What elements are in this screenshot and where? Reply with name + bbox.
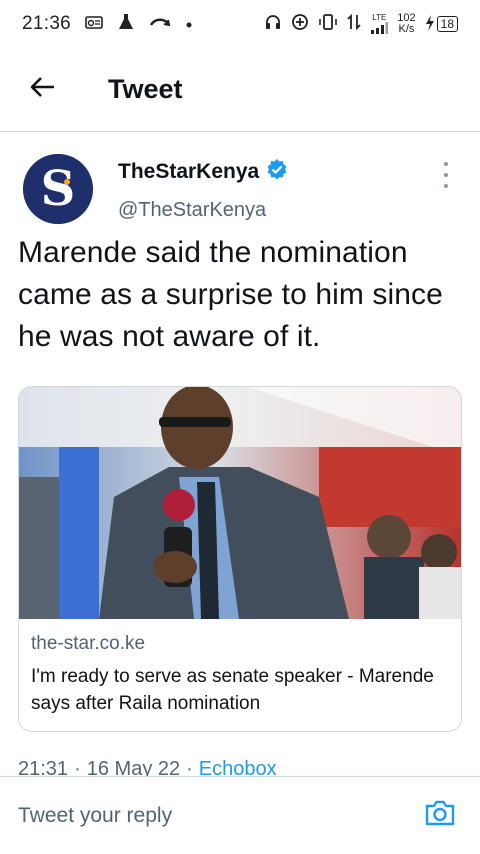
missed-call-icon bbox=[149, 14, 171, 34]
headphones-icon bbox=[264, 13, 282, 36]
card-domain: the-star.co.ke bbox=[31, 633, 146, 654]
net-speed-unit: K/s bbox=[398, 23, 415, 35]
signal-icon bbox=[371, 22, 389, 34]
tweet-author: S TheStarKenya @TheStarKenya bbox=[18, 132, 462, 232]
avatar[interactable]: S bbox=[23, 154, 93, 224]
battery-level: 18 bbox=[436, 16, 458, 32]
app-header: Tweet bbox=[0, 48, 480, 132]
page-title: Tweet bbox=[108, 74, 183, 104]
camera-icon bbox=[424, 799, 456, 832]
card-title: I'm ready to serve as senate speaker - M… bbox=[31, 666, 434, 714]
more-options-button[interactable] bbox=[436, 162, 456, 188]
tweet: S TheStarKenya @TheStarKenya Marende sai… bbox=[0, 132, 480, 781]
vibrate-icon bbox=[318, 13, 338, 36]
net-speed: 102 K/s bbox=[397, 13, 415, 35]
signal-indicator: LTE bbox=[370, 13, 389, 34]
flask-icon bbox=[117, 13, 135, 36]
notification-dot-icon bbox=[185, 14, 193, 34]
data-transfer-icon bbox=[347, 13, 361, 36]
status-time: 21:36 bbox=[22, 13, 72, 34]
card-image bbox=[19, 387, 461, 619]
tweet-text: Marende said the nomination came as a su… bbox=[18, 236, 443, 353]
link-card[interactable]: the-star.co.ke I'm ready to serve as sen… bbox=[18, 386, 462, 732]
charging-icon bbox=[425, 14, 435, 34]
more-dot-icon bbox=[444, 184, 448, 188]
display-name[interactable]: TheStarKenya bbox=[118, 160, 259, 184]
status-left-icons bbox=[85, 13, 193, 36]
more-dot-icon bbox=[444, 162, 448, 166]
avatar-letter: S bbox=[40, 161, 76, 217]
status-right-icons: LTE 102 K/s 18 bbox=[264, 13, 458, 36]
handle[interactable]: @TheStarKenya bbox=[118, 199, 288, 222]
verified-badge-icon bbox=[266, 158, 288, 185]
speaker-photo bbox=[19, 387, 461, 619]
author-names: TheStarKenya @TheStarKenya bbox=[118, 158, 288, 232]
battery: 18 bbox=[425, 14, 458, 34]
lte-label: LTE bbox=[372, 13, 387, 22]
reply-input[interactable] bbox=[18, 803, 422, 828]
camera-button[interactable] bbox=[422, 798, 458, 834]
card-meta: the-star.co.ke I'm ready to serve as sen… bbox=[19, 619, 461, 731]
status-bar: 21:36 LTE 102 K/s 18 bbox=[0, 0, 480, 48]
display-name-row: TheStarKenya bbox=[118, 158, 288, 185]
back-button[interactable] bbox=[0, 48, 84, 132]
more-dot-icon bbox=[444, 173, 448, 177]
reply-bar bbox=[0, 776, 480, 854]
arrow-left-icon bbox=[29, 76, 55, 103]
data-saver-icon bbox=[291, 13, 309, 36]
radio-icon bbox=[85, 14, 103, 34]
